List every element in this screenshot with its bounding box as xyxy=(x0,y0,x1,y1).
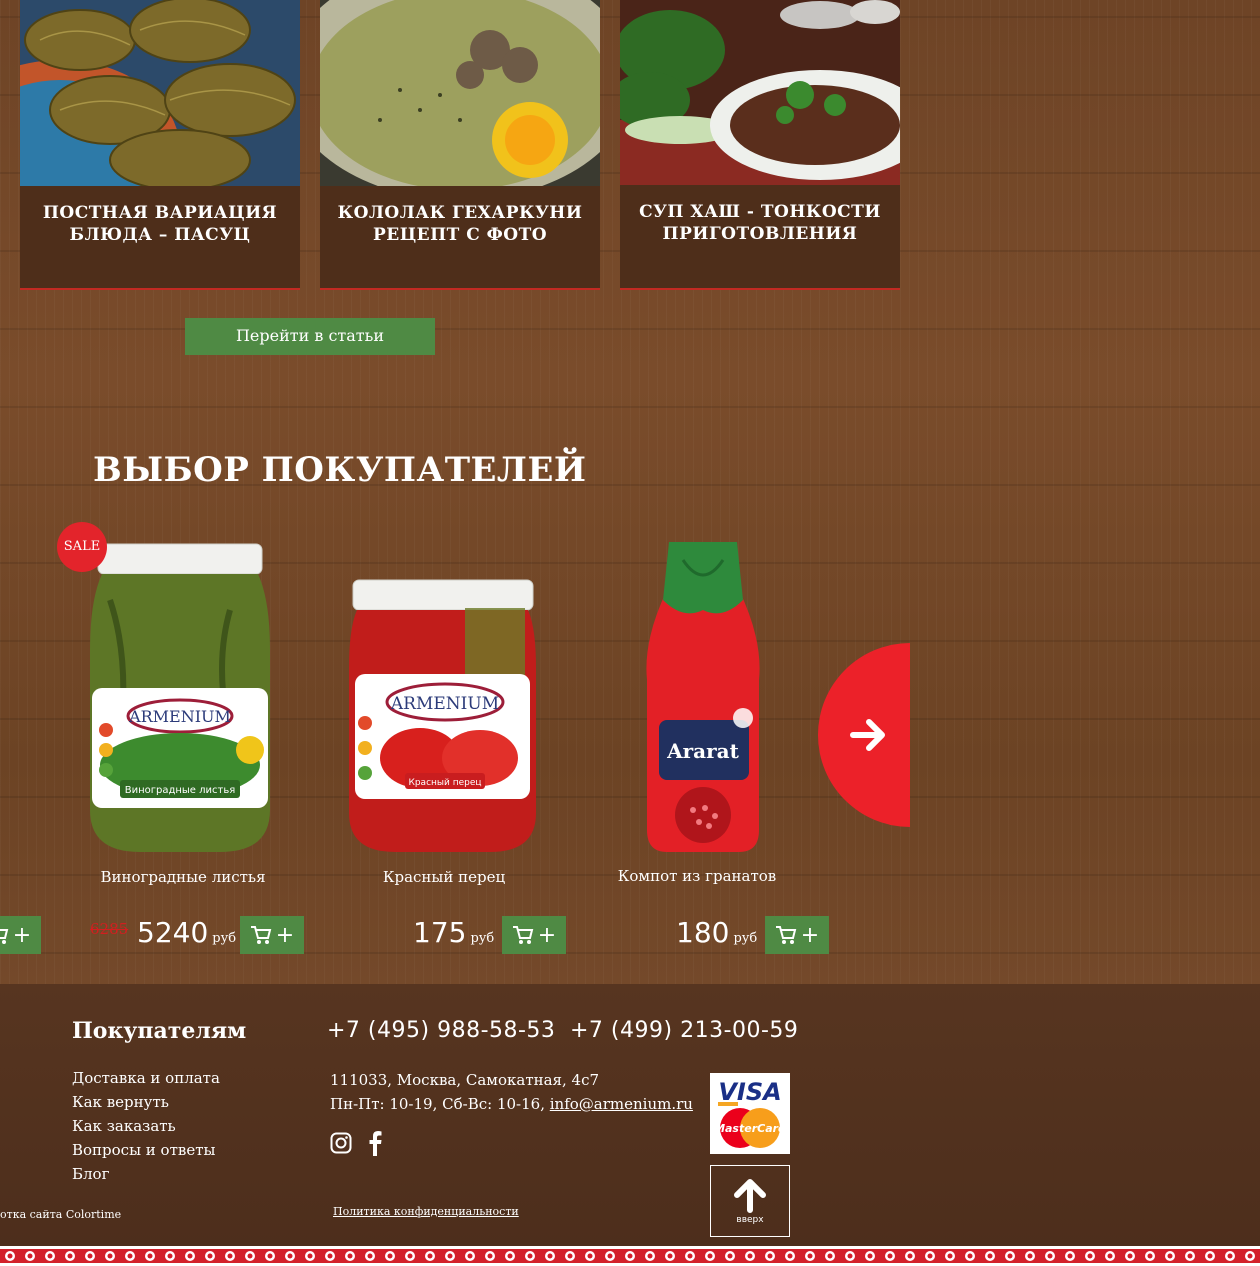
article-photo-dolma[interactable] xyxy=(20,0,300,186)
footer-link-blog[interactable]: Блог xyxy=(72,1162,220,1186)
arrow-right-icon xyxy=(850,719,885,751)
cart-icon xyxy=(0,929,9,944)
scroll-to-top-label: вверх xyxy=(736,1215,764,1225)
carousel-next-button[interactable] xyxy=(818,643,910,827)
price: 5240 руб xyxy=(137,916,236,949)
payment-methods: VISA MasterCard xyxy=(710,1073,790,1154)
article-photo-kololak[interactable] xyxy=(320,0,600,186)
price-value: 180 xyxy=(676,916,730,949)
product-image-red-pepper[interactable]: ARMENIUM Красный перец xyxy=(345,578,540,854)
social-links xyxy=(330,1130,382,1156)
price: 175 руб xyxy=(413,916,494,949)
phone-1[interactable]: +7 (495) 988-58-53 xyxy=(327,1018,555,1043)
footer-link-return[interactable]: Как вернуть xyxy=(72,1090,220,1114)
article-title[interactable]: ПОСТНАЯ ВАРИАЦИЯ БЛЮДА – ПАСУЦ xyxy=(30,202,290,246)
svg-text:Ararat: Ararat xyxy=(666,739,740,763)
footer-link-how-to-order[interactable]: Как заказать xyxy=(72,1114,220,1138)
product-image-pomegranate-compote[interactable]: Ararat xyxy=(643,540,763,855)
plus-icon: + xyxy=(275,922,295,948)
add-to-cart-button[interactable]: + xyxy=(765,916,829,954)
privacy-policy-link[interactable]: Политика конфиденциальности xyxy=(333,1205,519,1218)
contact-info: 111033, Москва, Самокатная, 4с7 Пн-Пт: 1… xyxy=(330,1068,693,1116)
article-title[interactable]: КОЛОЛАК ГЕХАРКУНИ РЕЦЕПТ С ФОТО xyxy=(330,202,590,246)
footer-link-faq[interactable]: Вопросы и ответы xyxy=(72,1138,220,1162)
developer-credit-link[interactable]: отка сайта Colortime xyxy=(0,1208,121,1221)
price-currency: руб xyxy=(212,931,237,946)
phone-2[interactable]: +7 (499) 213-00-59 xyxy=(570,1018,798,1043)
add-to-cart-button[interactable]: + xyxy=(240,916,304,954)
arrow-up-icon xyxy=(734,1179,766,1213)
product-name[interactable]: Красный перец xyxy=(350,868,538,886)
footer-link-delivery[interactable]: Доставка и оплата xyxy=(72,1066,220,1090)
article-photo-khash[interactable] xyxy=(620,0,900,185)
old-price: 6285 xyxy=(90,920,129,938)
article-card-2[interactable]: КОЛОЛАК ГЕХАРКУНИ РЕЦЕПТ С ФОТО xyxy=(320,0,600,290)
address: 111033, Москва, Самокатная, 4с7 xyxy=(330,1071,600,1089)
svg-text:ARMENIUM: ARMENIUM xyxy=(128,707,231,726)
product-name[interactable]: Виноградные листья xyxy=(90,868,276,886)
price-value: 175 xyxy=(413,916,467,949)
cart-icon xyxy=(512,926,534,944)
add-to-cart-button[interactable]: + xyxy=(502,916,566,954)
go-to-articles-button[interactable]: Перейти в статьи xyxy=(185,318,435,355)
plus-icon: + xyxy=(800,922,820,948)
footer-menu: Доставка и оплата Как вернуть Как заказа… xyxy=(72,1066,220,1186)
section-title: ВЫБОР ПОКУПАТЕЛЕЙ xyxy=(93,450,587,490)
working-hours-line: Пн-Пт: 10-19, Сб-Вс: 10-16, info@armeniu… xyxy=(330,1092,693,1116)
price-value: 5240 xyxy=(137,916,209,949)
cart-icon xyxy=(775,926,797,944)
footer-heading: Покупателям xyxy=(72,1018,247,1044)
add-to-cart-button[interactable]: + xyxy=(0,916,41,954)
price-currency: руб xyxy=(733,931,758,946)
price: 180 руб xyxy=(676,916,757,949)
sale-badge: SALE xyxy=(57,522,107,572)
product-image-grape-leaves[interactable]: ARMENIUM Виноградные листья xyxy=(80,540,280,855)
plus-icon: + xyxy=(12,922,32,948)
visa-mastercard-icon: VISA MasterCard xyxy=(714,1078,786,1148)
cart-icon xyxy=(250,926,272,944)
svg-text:MasterCard: MasterCard xyxy=(714,1122,786,1135)
article-title[interactable]: СУП ХАШ - ТОНКОСТИ ПРИГОТОВЛЕНИЯ xyxy=(630,201,890,245)
product-name[interactable]: Компот из гранатов xyxy=(610,867,784,885)
facebook-icon[interactable] xyxy=(368,1130,382,1156)
working-hours: Пн-Пт: 10-19, Сб-Вс: 10-16, xyxy=(330,1095,545,1113)
plus-icon: + xyxy=(537,922,557,948)
price-currency: руб xyxy=(470,931,495,946)
instagram-icon[interactable] xyxy=(330,1132,352,1154)
article-card-1[interactable]: ПОСТНАЯ ВАРИАЦИЯ БЛЮДА – ПАСУЦ xyxy=(20,0,300,290)
ornament-border xyxy=(0,1246,1260,1266)
email-link[interactable]: info@armenium.ru xyxy=(550,1095,693,1113)
svg-text:VISA: VISA xyxy=(718,1078,781,1106)
article-card-3[interactable]: СУП ХАШ - ТОНКОСТИ ПРИГОТОВЛЕНИЯ xyxy=(620,0,900,290)
svg-text:ARMENIUM: ARMENIUM xyxy=(390,694,499,714)
scroll-to-top-button[interactable]: вверх xyxy=(710,1165,790,1237)
svg-text:Красный перец: Красный перец xyxy=(408,778,481,788)
svg-text:Виноградные листья: Виноградные листья xyxy=(125,785,236,796)
